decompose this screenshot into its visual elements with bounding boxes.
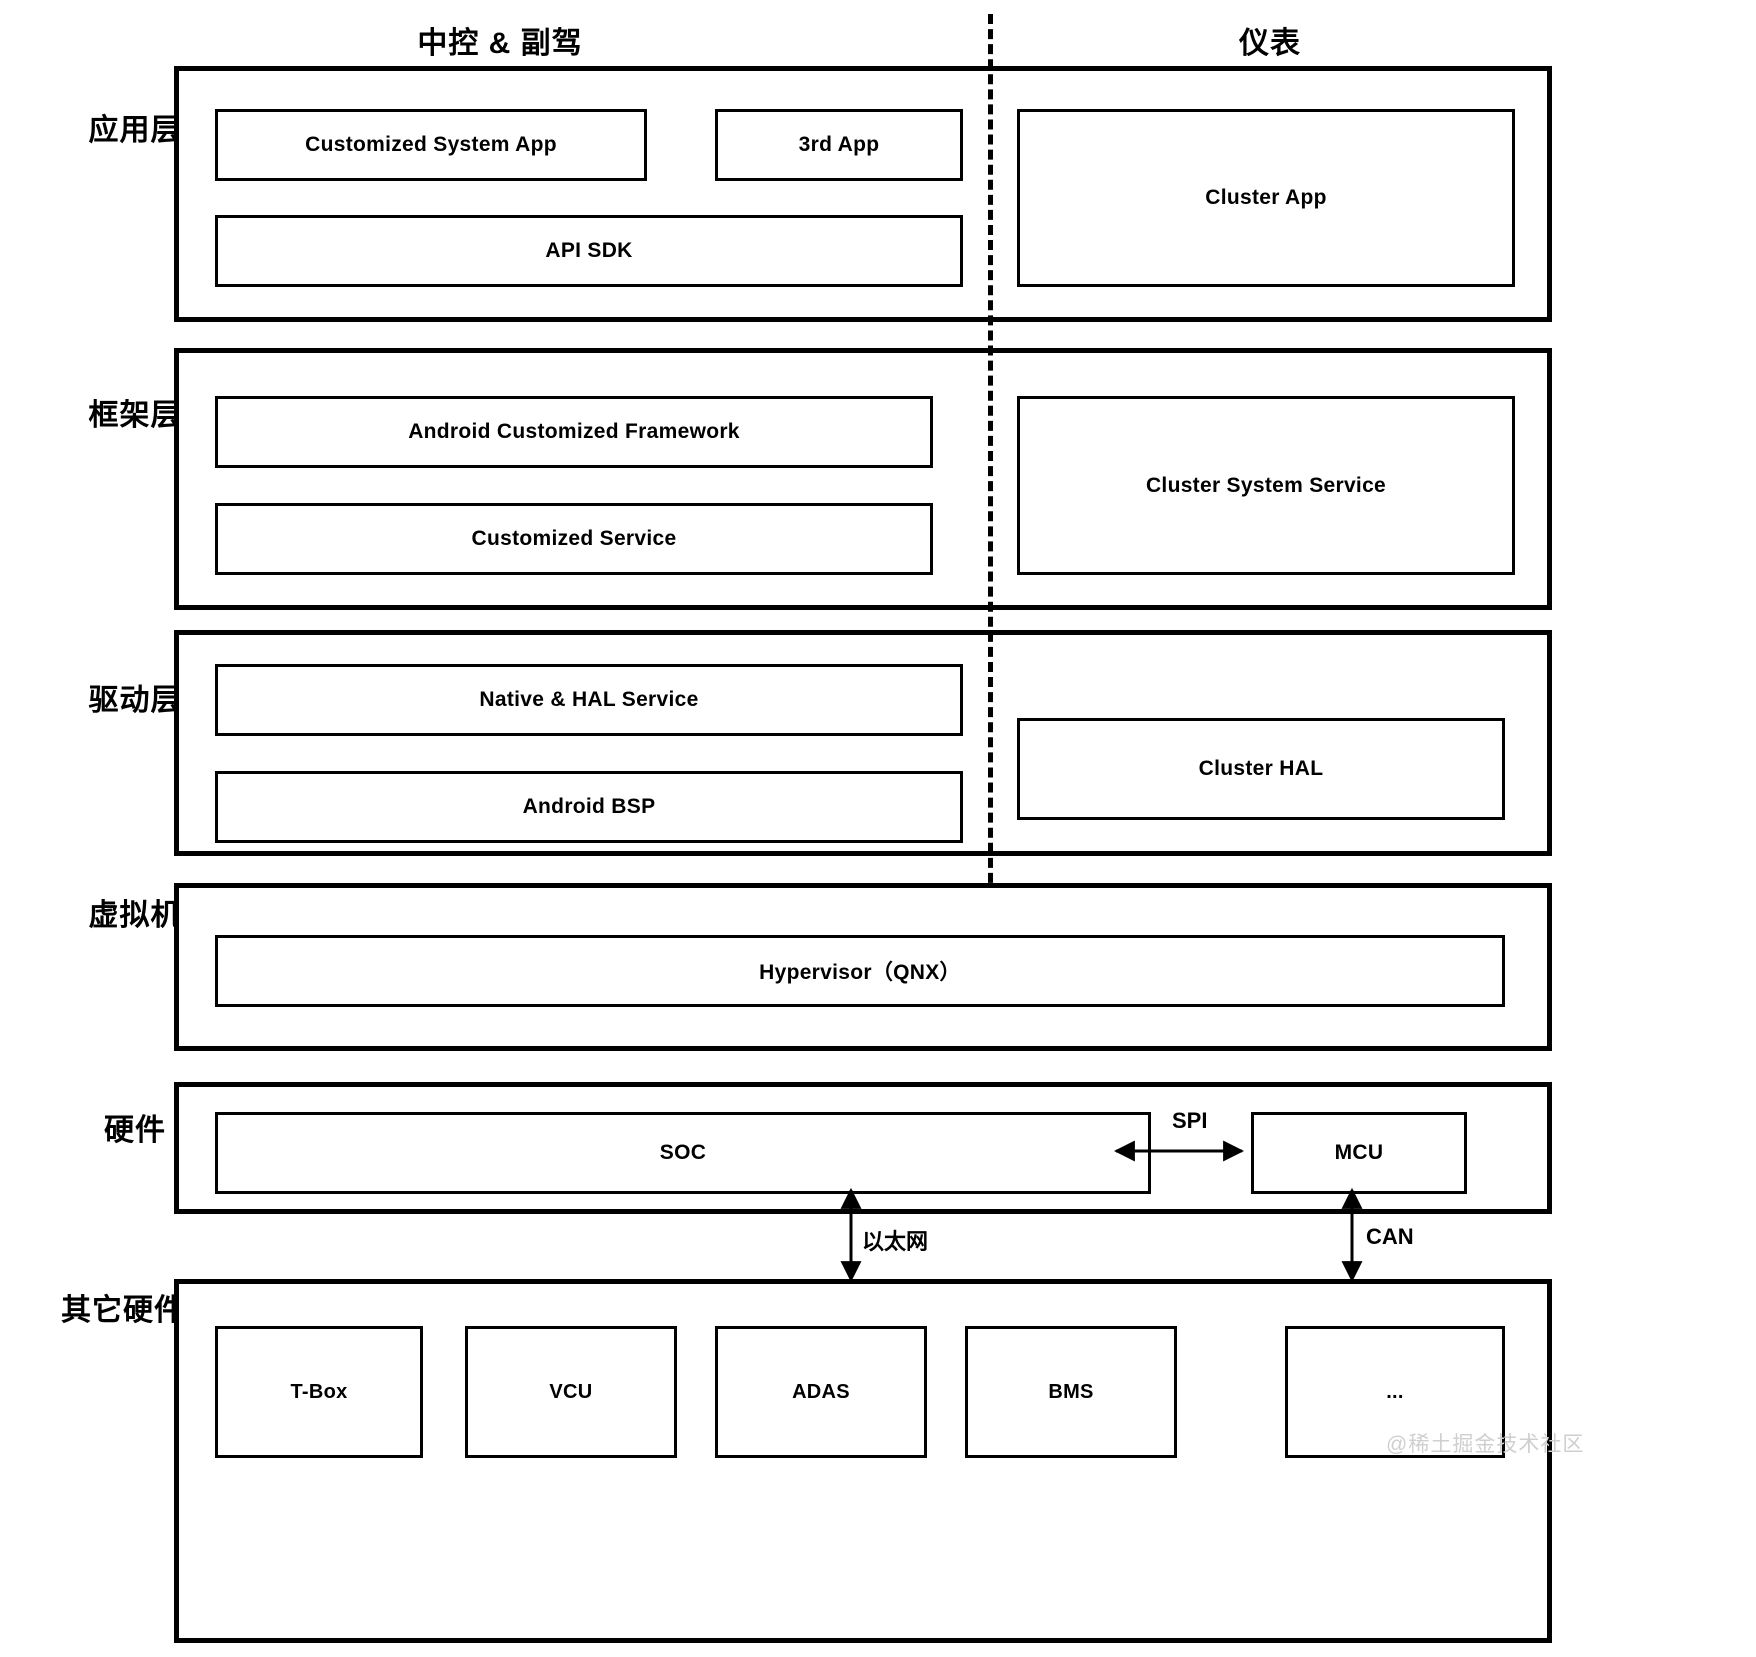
block-label: T-Box [290, 1380, 348, 1403]
layer-hardware: SOC MCU [174, 1082, 1552, 1214]
block-label: API SDK [545, 239, 633, 262]
column-header-cluster: 仪表 [1239, 27, 1301, 60]
block-customized-service[interactable]: Customized Service [215, 503, 933, 575]
block-hypervisor-qnx[interactable]: Hypervisor（QNX） [215, 935, 1505, 1007]
block-label: 3rd App [798, 133, 880, 156]
block-mcu[interactable]: MCU [1251, 1112, 1467, 1194]
block-android-customized-framework[interactable]: Android Customized Framework [215, 396, 933, 468]
block-label: Hypervisor（QNX） [759, 961, 961, 984]
block-android-bsp[interactable]: Android BSP [215, 771, 963, 843]
block-adas[interactable]: ADAS [715, 1326, 927, 1458]
block-label: MCU [1334, 1141, 1384, 1164]
block-label: SOC [659, 1141, 707, 1164]
block-t-box[interactable]: T-Box [215, 1326, 423, 1458]
layer-virtual-machine: Hypervisor（QNX） [174, 883, 1552, 1051]
block-label: Android BSP [522, 795, 656, 818]
connection-label-spi: SPI [1172, 1108, 1208, 1133]
block-customized-system-app[interactable]: Customized System App [215, 109, 647, 181]
block-label: Cluster HAL [1198, 757, 1324, 780]
block-cluster-app[interactable]: Cluster App [1017, 109, 1515, 287]
layer-application: Customized System App 3rd App API SDK Cl… [174, 66, 1552, 322]
block-label: Customized Service [471, 527, 677, 550]
layer-framework: Android Customized Framework Customized … [174, 348, 1552, 610]
layer-driver: Native & HAL Service Android BSP Cluster… [174, 630, 1552, 856]
block-label: Cluster App [1205, 186, 1327, 209]
block-label: Android Customized Framework [408, 420, 740, 443]
connection-label-ethernet: 以太网 [862, 1229, 929, 1254]
block-cluster-system-service[interactable]: Cluster System Service [1017, 396, 1515, 575]
connection-label-can: CAN [1366, 1224, 1414, 1249]
block-api-sdk[interactable]: API SDK [215, 215, 963, 287]
block-label: ADAS [792, 1380, 850, 1403]
block-label: VCU [549, 1380, 593, 1403]
architecture-diagram: 中控 & 副驾 仪表 应用层 框架层 驱动层 虚拟机 硬件 其它硬件 Custo… [0, 0, 1756, 1657]
block-label: Native & HAL Service [479, 688, 699, 711]
watermark: @稀土掘金技术社区 [1386, 1433, 1585, 1456]
block-native-hal-service[interactable]: Native & HAL Service [215, 664, 963, 736]
block-label: Customized System App [305, 133, 557, 156]
block-3rd-app[interactable]: 3rd App [715, 109, 963, 181]
block-soc[interactable]: SOC [215, 1112, 1151, 1194]
block-bms[interactable]: BMS [965, 1326, 1177, 1458]
layer-other-hardware: T-Box VCU ADAS BMS ... [174, 1279, 1552, 1643]
cockpit-cluster-divider [988, 14, 993, 898]
column-header-center-console: 中控 & 副驾 [417, 27, 583, 60]
block-vcu[interactable]: VCU [465, 1326, 677, 1458]
block-label: ... [1386, 1380, 1404, 1403]
block-label: Cluster System Service [1145, 473, 1387, 497]
block-label: BMS [1048, 1380, 1094, 1403]
block-cluster-hal[interactable]: Cluster HAL [1017, 718, 1505, 820]
